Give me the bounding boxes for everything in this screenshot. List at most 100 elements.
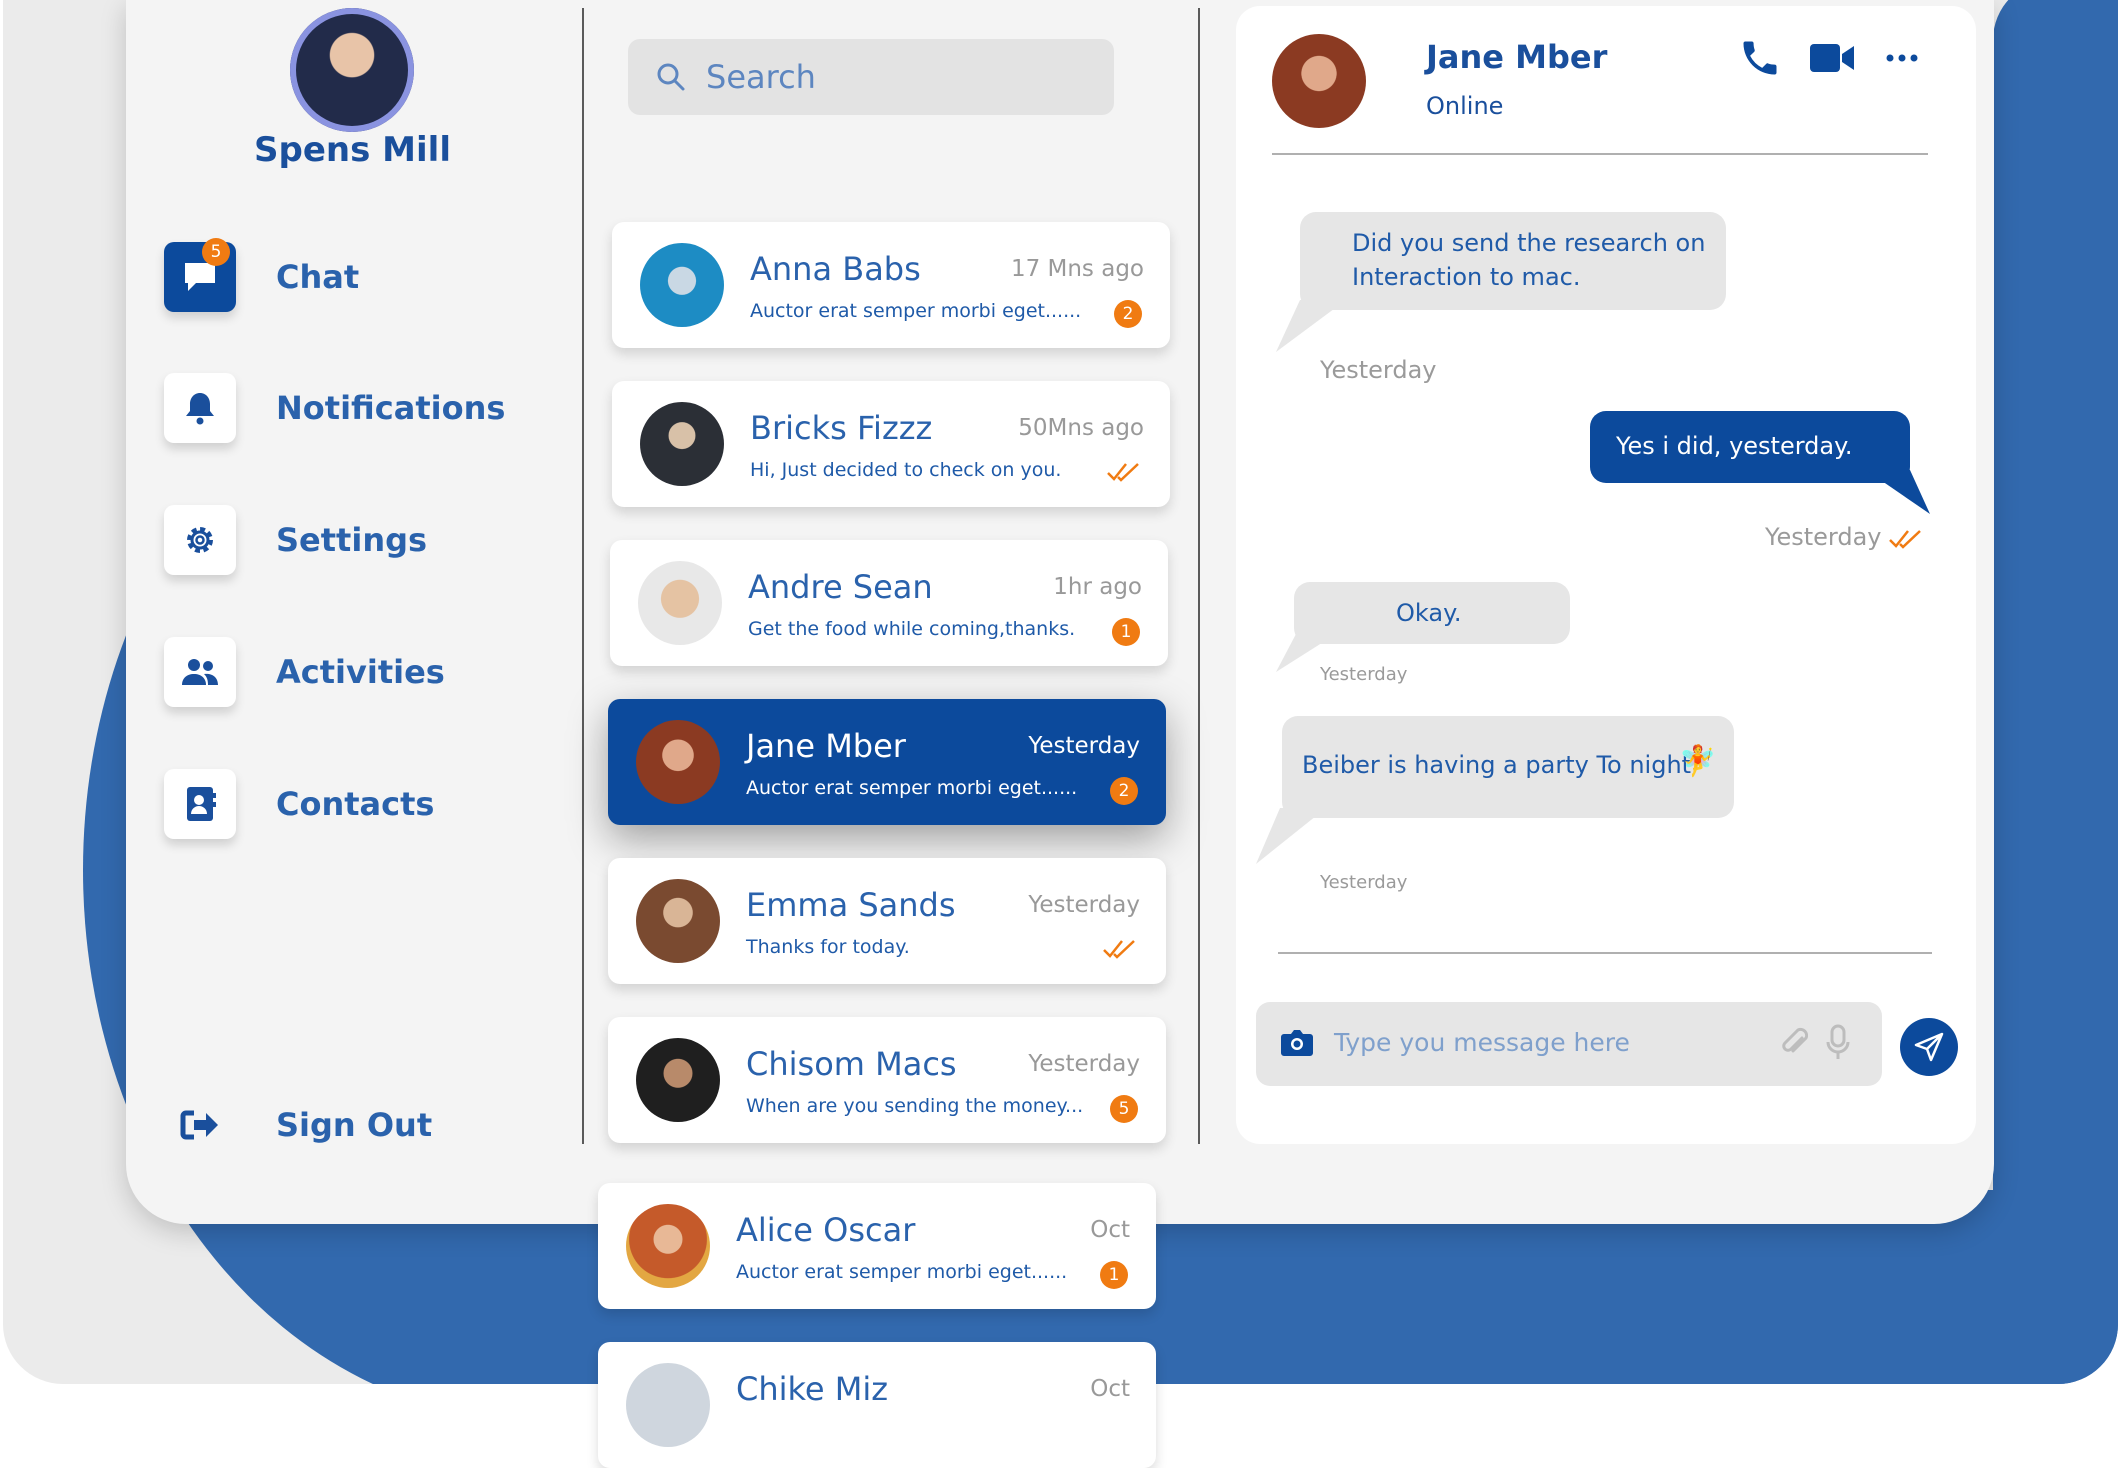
message-text: Beiber is having a party To night bbox=[1302, 751, 1692, 779]
conversation-item[interactable]: Bricks Fizzz 50Mns ago Hi, Just decided … bbox=[612, 381, 1170, 507]
video-camera-icon bbox=[1810, 44, 1854, 72]
search-icon bbox=[657, 63, 685, 91]
nav-label: Notifications bbox=[276, 389, 506, 427]
message-incoming: Beiber is having a party To night 🧚 bbox=[1282, 716, 1734, 818]
conversation-time: Yesterday bbox=[1028, 1051, 1140, 1077]
chat-contact-status: Online bbox=[1426, 92, 1504, 120]
message-time: Yesterday bbox=[1320, 664, 1408, 685]
nav-label: Chat bbox=[276, 258, 360, 296]
profile-name: Spens Mill bbox=[254, 130, 451, 170]
emoji-sticker: 🧚 bbox=[1679, 744, 1717, 779]
nav-label: Settings bbox=[276, 521, 428, 559]
conversation-preview: Hi, Just decided to check on you. bbox=[750, 459, 1062, 481]
read-ticks-icon bbox=[1889, 530, 1921, 549]
nav-chat[interactable]: 5 Chat bbox=[164, 238, 584, 314]
microphone-icon[interactable] bbox=[1826, 1024, 1850, 1062]
message-input[interactable]: Type you message here bbox=[1256, 1002, 1882, 1086]
unread-badge: 1 bbox=[1112, 618, 1140, 646]
conversation-item[interactable]: Andre Sean 1hr ago Get the food while co… bbox=[610, 540, 1168, 666]
phone-icon bbox=[1743, 41, 1777, 75]
conversation-item[interactable]: Chike Miz Oct bbox=[598, 1342, 1156, 1468]
conversation-item[interactable]: Alice Oscar Oct Auctor erat semper morbi… bbox=[598, 1183, 1156, 1309]
profile-avatar[interactable] bbox=[290, 8, 414, 132]
send-icon bbox=[1914, 1032, 1944, 1062]
decorative-right-panel bbox=[1993, 0, 2118, 1384]
conversation-item-active[interactable]: Jane Mber Yesterday Auctor erat semper m… bbox=[608, 699, 1166, 825]
search-placeholder: Search bbox=[706, 58, 816, 96]
nav-contacts[interactable]: Contacts bbox=[164, 767, 584, 841]
nav-notifications[interactable]: Notifications bbox=[164, 371, 584, 445]
avatar bbox=[636, 1038, 720, 1122]
nav-activities[interactable]: Activities bbox=[164, 635, 584, 709]
message-outgoing: Yes i did, yesterday. bbox=[1590, 411, 1910, 483]
conversation-time: 50Mns ago bbox=[1018, 415, 1144, 441]
search-input[interactable]: Search bbox=[628, 39, 1114, 115]
message-placeholder: Type you message here bbox=[1334, 1028, 1630, 1057]
conversation-name: Andre Sean bbox=[748, 568, 933, 606]
conversation-item[interactable]: Anna Babs 17 Mns ago Auctor erat semper … bbox=[612, 222, 1170, 348]
message-time: Yesterday bbox=[1320, 872, 1408, 893]
nav-label: Activities bbox=[276, 653, 445, 691]
more-horizontal-icon bbox=[1886, 54, 1918, 62]
bubble-tail bbox=[1866, 470, 1930, 514]
chat-panel bbox=[1236, 6, 1976, 1144]
conversation-time: Oct bbox=[1090, 1217, 1130, 1243]
conversation-time: 1hr ago bbox=[1053, 574, 1142, 600]
conversation-name: Bricks Fizzz bbox=[750, 409, 933, 447]
avatar bbox=[636, 879, 720, 963]
send-button[interactable] bbox=[1900, 1018, 1958, 1076]
unread-badge: 5 bbox=[1110, 1095, 1138, 1123]
users-icon bbox=[182, 659, 218, 685]
conversation-preview: When are you sending the money... bbox=[746, 1095, 1084, 1117]
nav-settings[interactable]: Settings bbox=[164, 503, 584, 577]
paperclip-icon[interactable] bbox=[1780, 1026, 1808, 1060]
conversation-time: Yesterday bbox=[1028, 733, 1140, 759]
conversation-time: Yesterday bbox=[1028, 892, 1140, 918]
conversation-preview: Auctor erat semper morbi eget...... bbox=[750, 300, 1082, 322]
divider bbox=[1278, 952, 1932, 954]
conversation-preview: Thanks for today. bbox=[746, 936, 910, 958]
chat-contact-name: Jane Mber bbox=[1426, 38, 1608, 76]
contact-book-icon bbox=[187, 787, 216, 821]
gear-icon bbox=[187, 527, 213, 553]
read-ticks-icon bbox=[1103, 940, 1135, 959]
bubble-tail bbox=[1256, 808, 1326, 864]
conversation-name: Emma Sands bbox=[746, 886, 956, 924]
avatar bbox=[626, 1204, 710, 1288]
avatar bbox=[636, 720, 720, 804]
conversation-name: Jane Mber bbox=[746, 727, 906, 765]
conversation-name: Anna Babs bbox=[750, 250, 921, 288]
avatar bbox=[638, 561, 722, 645]
unread-badge: 1 bbox=[1100, 1261, 1128, 1289]
nav-label: Contacts bbox=[276, 785, 435, 823]
message-time: Yesterday bbox=[1320, 356, 1437, 384]
video-call-button[interactable] bbox=[1808, 38, 1856, 82]
more-options-button[interactable] bbox=[1884, 50, 1920, 69]
conversation-time: 17 Mns ago bbox=[1010, 256, 1144, 282]
conversation-preview: Auctor erat semper morbi eget...... bbox=[746, 777, 1078, 799]
avatar bbox=[640, 402, 724, 486]
sign-out-button[interactable]: Sign Out bbox=[164, 1088, 584, 1162]
conversation-item[interactable]: Chisom Macs Yesterday When are you sendi… bbox=[608, 1017, 1166, 1143]
avatar bbox=[640, 243, 724, 327]
conversation-item[interactable]: Emma Sands Yesterday Thanks for today. bbox=[608, 858, 1166, 984]
unread-badge: 2 bbox=[1114, 300, 1142, 328]
bubble-tail bbox=[1276, 300, 1346, 352]
chat-contact-avatar[interactable] bbox=[1272, 34, 1366, 128]
divider bbox=[1272, 153, 1928, 155]
conversation-name: Chisom Macs bbox=[746, 1045, 957, 1083]
message-incoming: Did you send the research on Interaction… bbox=[1300, 212, 1726, 310]
unread-badge: 2 bbox=[1110, 777, 1138, 805]
conversation-name: Chike Miz bbox=[736, 1370, 889, 1408]
conversation-preview: Get the food while coming,thanks. bbox=[748, 618, 1076, 640]
sign-out-label: Sign Out bbox=[276, 1106, 433, 1144]
conversation-time: Oct bbox=[1090, 1376, 1130, 1402]
camera-icon[interactable] bbox=[1280, 1028, 1314, 1058]
conversation-name: Alice Oscar bbox=[736, 1211, 916, 1249]
sign-out-icon bbox=[180, 1110, 218, 1140]
read-ticks-icon bbox=[1107, 463, 1139, 482]
voice-call-button[interactable] bbox=[1738, 36, 1782, 84]
bell-icon bbox=[186, 393, 214, 425]
divider bbox=[1198, 8, 1200, 1144]
message-time: Yesterday bbox=[1765, 523, 1882, 551]
